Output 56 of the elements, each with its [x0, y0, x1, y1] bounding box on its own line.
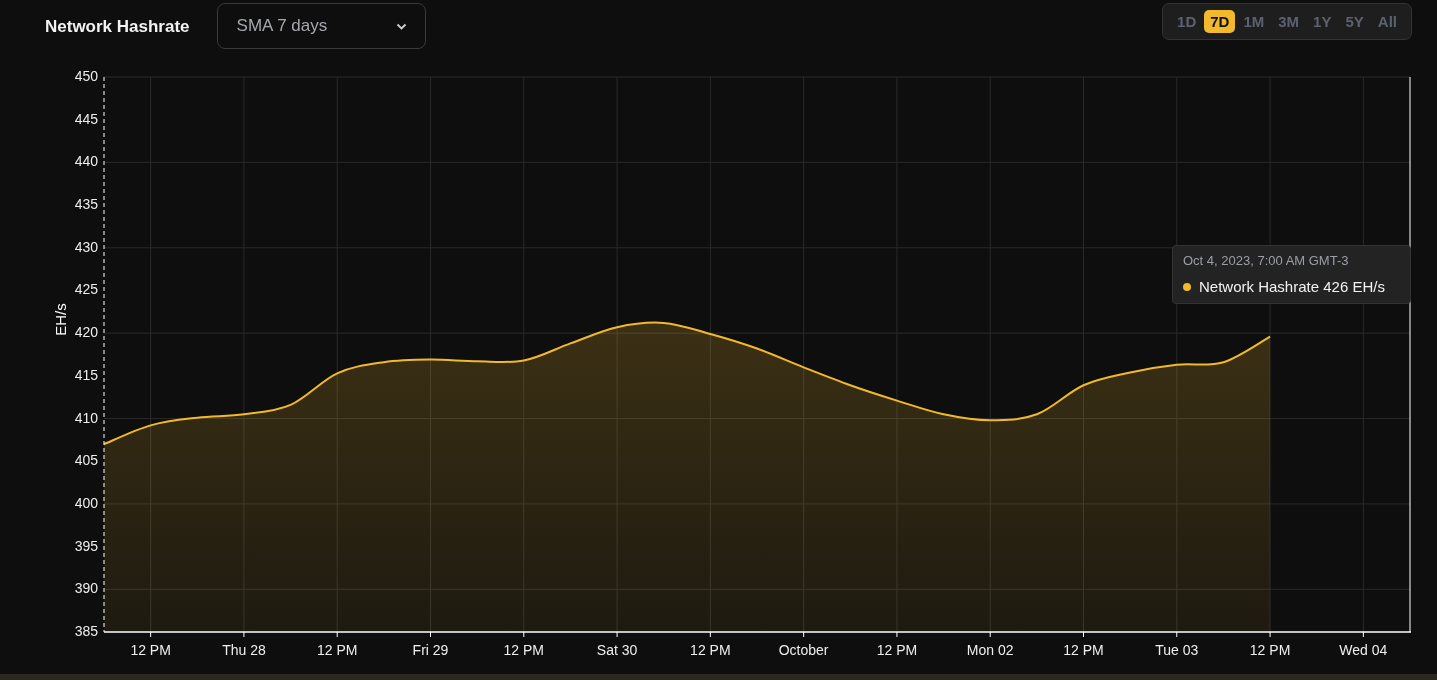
- x-tick-label: 12 PM: [130, 642, 171, 658]
- x-tick-label: Mon 02: [966, 642, 1014, 658]
- y-tick-label: 385: [74, 623, 98, 639]
- x-tick-label: 12 PM: [1063, 642, 1104, 658]
- y-tick-label: 445: [74, 110, 98, 127]
- y-tick-label: 450: [74, 68, 98, 84]
- y-tick-label: 420: [74, 324, 98, 341]
- tick-mark: [803, 631, 805, 638]
- x-tick-label: 12 PM: [317, 642, 358, 658]
- y-tick-label: 415: [74, 366, 98, 383]
- x-tick-label: Fri 29: [412, 642, 449, 658]
- tick-mark: [709, 631, 711, 638]
- range-button[interactable]: 1M: [1237, 10, 1271, 33]
- y-tick-label: 405: [74, 452, 98, 469]
- x-tick-label: Thu 28: [222, 642, 266, 658]
- x-tick-label: Tue 03: [1155, 642, 1199, 658]
- range-button[interactable]: 3M: [1272, 10, 1306, 33]
- tick-mark: [989, 631, 991, 638]
- y-tick-label: 425: [74, 281, 98, 298]
- chevron-down-icon: [395, 22, 407, 30]
- tick-mark: [1083, 631, 1084, 638]
- y-tick-label: 435: [74, 196, 98, 213]
- tick-mark: [1176, 631, 1178, 638]
- tick-mark: [896, 631, 898, 638]
- x-tick-label: 12 PM: [1249, 642, 1291, 658]
- tick-mark: [1362, 631, 1364, 638]
- chart-title: Network Hashrate: [45, 17, 190, 37]
- x-tick-label: Wed 04: [1339, 642, 1388, 658]
- range-button[interactable]: 5Y: [1339, 10, 1370, 33]
- series-dot: [1183, 282, 1191, 291]
- y-tick-label: 440: [74, 153, 98, 170]
- x-tick-label: 12 PM: [690, 642, 731, 658]
- tick-mark: [430, 631, 431, 638]
- y-tick-label: 390: [74, 580, 98, 597]
- y-axis-title: EH/s: [52, 303, 69, 336]
- range-button[interactable]: All: [1371, 10, 1403, 33]
- x-tick-label: 12 PM: [876, 642, 918, 658]
- tick-mark: [150, 631, 152, 638]
- tick-mark: [523, 631, 525, 638]
- x-tick-label: 12 PM: [503, 642, 544, 658]
- tick-mark: [616, 631, 618, 638]
- tick-mark: [336, 631, 338, 638]
- range-button[interactable]: 7D: [1204, 10, 1236, 33]
- tooltip-time: Oct 4, 2023, 7:00 AM GMT-3: [1183, 253, 1350, 268]
- y-tick-label: 410: [74, 409, 98, 426]
- y-tick-label: 430: [74, 238, 98, 255]
- tooltip-reading: Network Hashrate 426 EH/s: [1199, 278, 1385, 295]
- average-select[interactable]: SMA 7 days: [216, 3, 426, 49]
- y-tick-label: 400: [74, 494, 98, 511]
- range-button[interactable]: 1Y: [1307, 10, 1338, 33]
- tick-mark: [1269, 631, 1271, 638]
- tick-mark: [243, 631, 245, 638]
- x-tick-label: Sat 30: [596, 642, 638, 658]
- x-tick-label: October: [778, 642, 829, 658]
- y-tick-label: 395: [74, 537, 98, 554]
- range-button[interactable]: 1D: [1171, 10, 1203, 33]
